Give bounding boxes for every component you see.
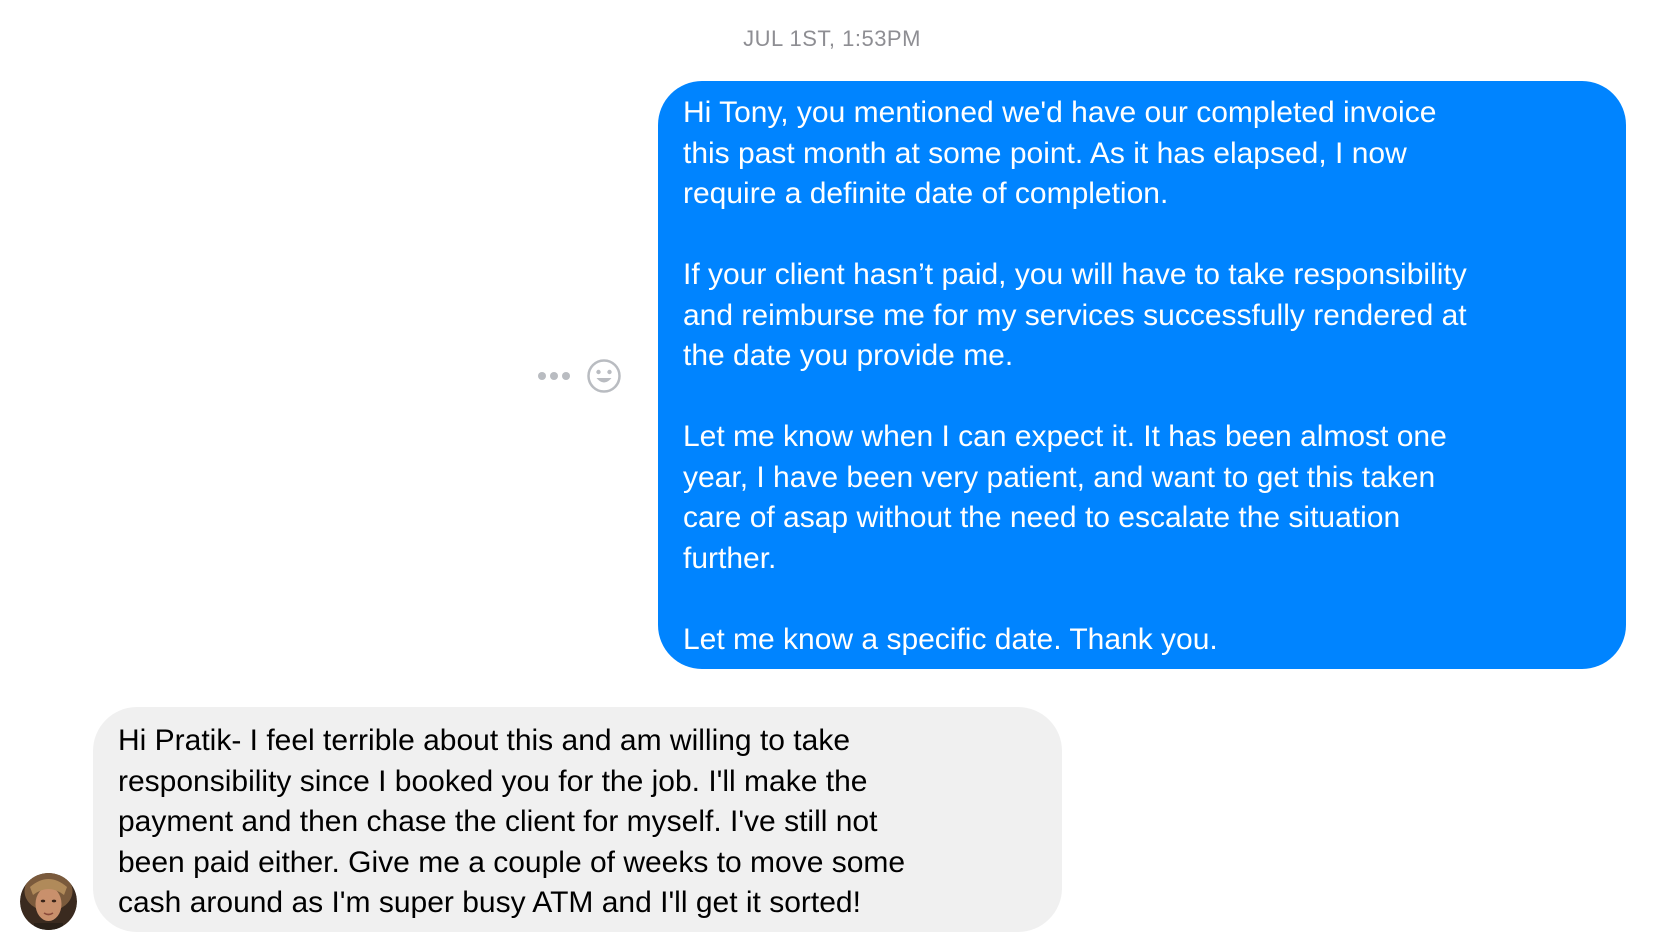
- message-timestamp: JUL 1ST, 1:53PM: [743, 26, 921, 51]
- emoji-react-icon[interactable]: [586, 358, 622, 394]
- incoming-message-bubble[interactable]: Hi Pratik- I feel terrible about this an…: [93, 707, 1062, 932]
- chat-thread: JUL 1ST, 1:53PM Hi Tony, you mentioned w…: [0, 0, 1664, 946]
- message-actions: [538, 356, 622, 396]
- more-options-icon[interactable]: [538, 372, 570, 380]
- contact-avatar[interactable]: [20, 873, 77, 930]
- outgoing-message-bubble[interactable]: Hi Tony, you mentioned we'd have our com…: [658, 81, 1626, 669]
